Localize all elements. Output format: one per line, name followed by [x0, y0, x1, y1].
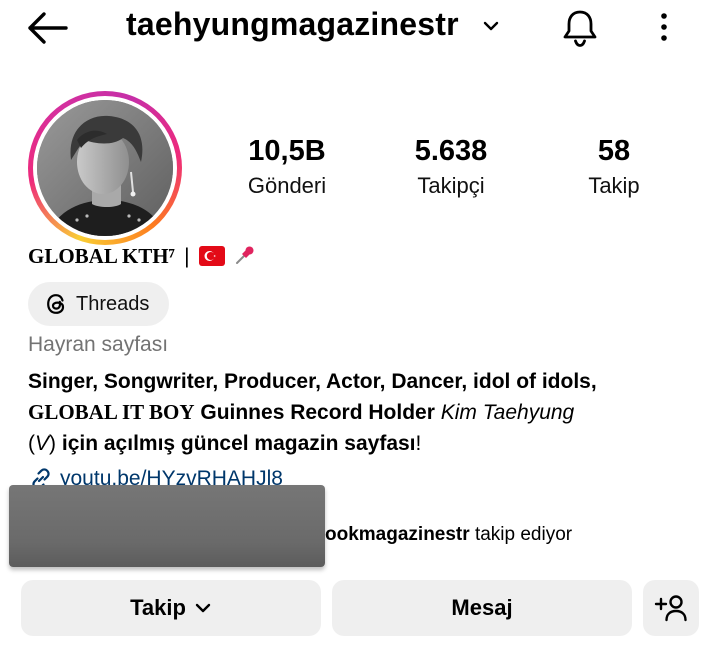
stat-posts[interactable]: 10,5B Gönderi — [217, 134, 357, 200]
stat-posts-label: Gönderi — [247, 173, 327, 198]
display-name-separator: | — [184, 245, 190, 268]
stat-followers-count: 5.638 — [414, 135, 488, 167]
stat-following[interactable]: 58 Takip — [544, 134, 684, 200]
more-options-button[interactable] — [654, 10, 674, 46]
threads-label: Threads — [76, 292, 150, 315]
turkey-flag-icon — [198, 246, 225, 272]
bio-line-3: (V) için açılmış güncel magazin sayfası! — [28, 432, 422, 455]
back-button[interactable] — [22, 8, 72, 48]
bell-icon — [563, 10, 597, 47]
profile-username[interactable]: taehyungmagazinestr — [126, 6, 459, 43]
threads-link-chip[interactable]: Threads — [28, 282, 169, 326]
display-name: GLOBAL KTH⁷ — [28, 244, 175, 268]
stat-following-label: Takip — [588, 173, 640, 198]
profile-bio: Singer, Songwriter, Producer, Actor, Dan… — [28, 366, 708, 459]
stat-following-count: 58 — [597, 135, 631, 167]
person-add-icon — [654, 595, 687, 622]
notifications-button[interactable] — [558, 6, 602, 50]
account-switch-button[interactable] — [480, 16, 502, 36]
profile-category: Hayran sayfası — [28, 333, 169, 356]
message-button-label: Mesaj — [451, 595, 513, 620]
top-bar: taehyungmagazinestr — [0, 0, 720, 56]
follow-button[interactable]: Takip — [21, 580, 321, 636]
bio-line-1: Singer, Songwriter, Producer, Actor, Dan… — [28, 370, 597, 393]
chevron-down-icon — [195, 603, 211, 613]
message-button[interactable]: Mesaj — [332, 580, 632, 636]
followed-by-text[interactable]: ookmagazinestr takip ediyor — [325, 524, 572, 546]
display-name-row: GLOBAL KTH⁷ | — [28, 244, 256, 272]
redaction-overlay — [9, 485, 325, 567]
add-person-button[interactable] — [643, 580, 699, 636]
profile-avatar[interactable] — [28, 91, 182, 245]
stat-followers[interactable]: 5.638 Takipçi — [381, 134, 521, 200]
avatar-photo — [37, 100, 173, 236]
more-vertical-icon — [661, 13, 667, 41]
follow-button-label: Takip — [130, 595, 186, 620]
pushpin-icon — [234, 244, 256, 272]
arrow-left-icon — [28, 12, 68, 44]
stat-followers-label: Takipçi — [417, 173, 485, 198]
chevron-down-icon — [483, 21, 499, 31]
bio-line-2: GLOBAL IT BOY Guinnes Record Holder Kim … — [28, 400, 575, 424]
stat-posts-count: 10,5B — [248, 135, 326, 167]
threads-icon — [47, 294, 65, 314]
